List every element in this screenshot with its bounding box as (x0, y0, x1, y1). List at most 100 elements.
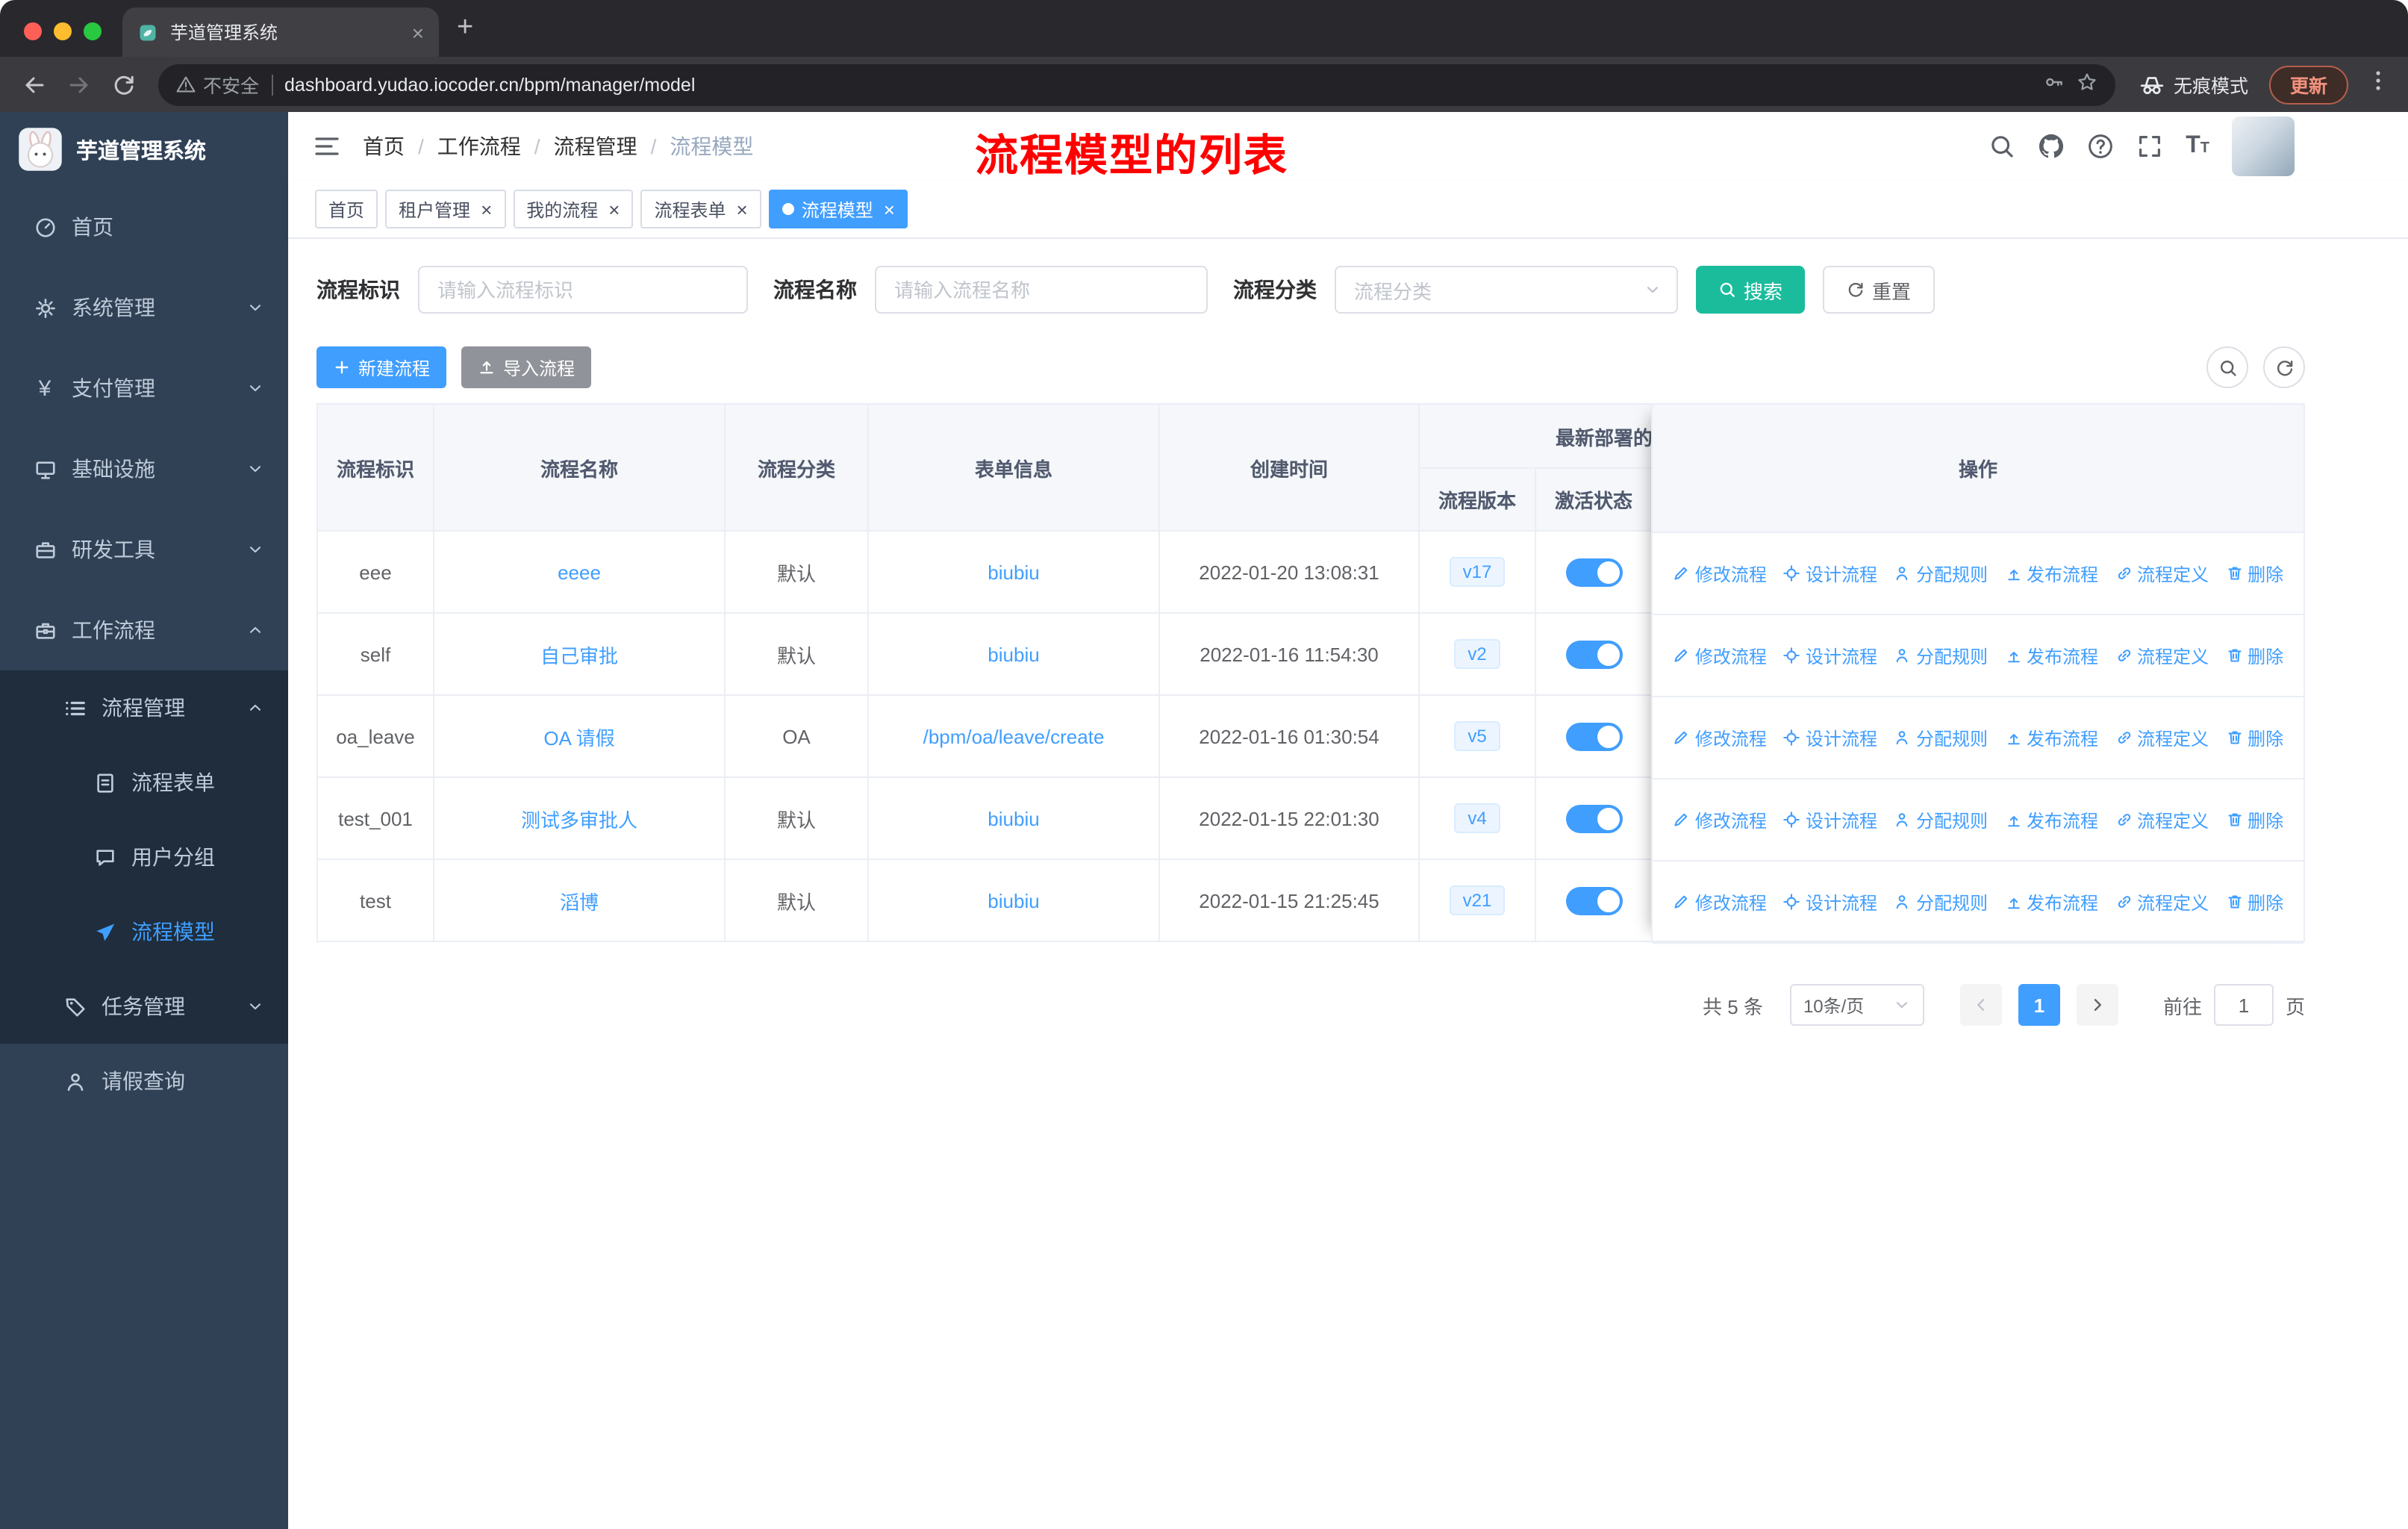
password-key-icon[interactable] (2044, 72, 2065, 97)
sidebar-item-task-mgmt[interactable]: 任务管理 (0, 969, 288, 1044)
page-number-button[interactable]: 1 (2018, 984, 2060, 1026)
sidebar-collapse-button[interactable] (312, 131, 342, 161)
action-assign-link[interactable]: 分配规则 (1894, 725, 1988, 750)
sidebar-item-leave-query[interactable]: 请假查询 (0, 1044, 288, 1118)
category-select[interactable]: 流程分类 (1335, 266, 1678, 314)
form-link[interactable]: biubiu (988, 561, 1039, 583)
action-assign-link[interactable]: 分配规则 (1894, 807, 1988, 832)
next-page-button[interactable] (2076, 984, 2118, 1026)
action-edit-link[interactable]: 修改流程 (1673, 889, 1767, 915)
tagview-tab[interactable]: 我的流程 × (513, 190, 634, 228)
breadcrumb-item[interactable]: 工作流程 (437, 131, 521, 161)
app-logo[interactable]: 芋道管理系统 (0, 112, 288, 187)
sidebar-item-process-mgmt[interactable]: 流程管理 (0, 670, 288, 745)
tag-close-icon[interactable]: × (481, 199, 492, 219)
page-size-select[interactable]: 10条/页 (1789, 984, 1924, 1026)
refresh-table-icon[interactable] (2263, 346, 2305, 388)
action-edit-link[interactable]: 修改流程 (1673, 643, 1767, 668)
tag-close-icon[interactable]: × (608, 199, 620, 219)
maximize-window-button[interactable] (84, 22, 102, 40)
minimize-window-button[interactable] (54, 22, 72, 40)
action-publish-link[interactable]: 发布流程 (2004, 807, 2098, 832)
action-assign-link[interactable]: 分配规则 (1894, 643, 1988, 668)
action-definition-link[interactable]: 流程定义 (2115, 561, 2209, 586)
process-id-input[interactable] (418, 266, 748, 314)
breadcrumb-item[interactable]: 首页 (363, 131, 405, 161)
action-design-link[interactable]: 设计流程 (1783, 561, 1877, 586)
sidebar-item-dev-tools[interactable]: 研发工具 (0, 509, 288, 590)
active-toggle[interactable] (1565, 804, 1622, 832)
goto-page-input[interactable] (2213, 984, 2274, 1026)
create-process-button[interactable]: 新建流程 (316, 346, 447, 388)
forward-button[interactable] (60, 66, 99, 102)
action-publish-link[interactable]: 发布流程 (2004, 643, 2098, 668)
active-toggle[interactable] (1565, 640, 1622, 668)
search-button[interactable]: 搜索 (1696, 266, 1806, 314)
breadcrumb-item[interactable]: 流程管理 (554, 131, 637, 161)
active-toggle[interactable] (1565, 722, 1622, 750)
tab-close-icon[interactable]: × (412, 20, 424, 44)
model-name-link[interactable]: 测试多审批人 (521, 809, 637, 831)
reset-button[interactable]: 重置 (1823, 266, 1936, 314)
form-link[interactable]: biubiu (988, 643, 1039, 665)
close-window-button[interactable] (24, 22, 42, 40)
action-definition-link[interactable]: 流程定义 (2115, 889, 2209, 915)
sidebar-item-home[interactable]: 首页 (0, 187, 288, 267)
security-warning[interactable]: 不安全 (176, 70, 259, 99)
action-design-link[interactable]: 设计流程 (1783, 725, 1877, 750)
action-delete-link[interactable]: 删除 (2225, 725, 2283, 750)
github-icon[interactable] (2038, 133, 2065, 160)
action-definition-link[interactable]: 流程定义 (2115, 725, 2209, 750)
sidebar-item-user-group[interactable]: 用户分组 (0, 820, 288, 894)
toggle-search-icon[interactable] (2206, 346, 2248, 388)
help-icon[interactable] (2087, 133, 2114, 160)
form-link[interactable]: biubiu (988, 889, 1039, 912)
action-delete-link[interactable]: 删除 (2225, 889, 2283, 915)
model-name-link[interactable]: 滔博 (560, 891, 599, 913)
action-definition-link[interactable]: 流程定义 (2115, 807, 2209, 832)
back-button[interactable] (15, 66, 54, 102)
action-publish-link[interactable]: 发布流程 (2004, 725, 2098, 750)
update-browser-button[interactable]: 更新 (2268, 65, 2348, 104)
action-edit-link[interactable]: 修改流程 (1673, 725, 1767, 750)
model-name-link[interactable]: OA 请假 (543, 726, 614, 749)
action-design-link[interactable]: 设计流程 (1783, 807, 1877, 832)
sidebar-item-workflow[interactable]: 工作流程 (0, 590, 288, 670)
action-delete-link[interactable]: 删除 (2225, 643, 2283, 668)
tagview-tab[interactable]: 租户管理 × (385, 190, 506, 228)
prev-page-button[interactable] (1959, 984, 2002, 1026)
action-assign-link[interactable]: 分配规则 (1894, 889, 1988, 915)
sidebar-item-process-form[interactable]: 流程表单 (0, 745, 288, 820)
action-delete-link[interactable]: 删除 (2225, 561, 2283, 586)
font-size-icon[interactable]: TT (2186, 134, 2209, 158)
tagview-tab[interactable]: 流程模型 × (768, 190, 908, 228)
action-design-link[interactable]: 设计流程 (1783, 643, 1877, 668)
sidebar-item-infrastructure[interactable]: 基础设施 (0, 429, 288, 509)
tag-close-icon[interactable]: × (884, 199, 895, 219)
avatar[interactable] (2232, 116, 2295, 176)
action-edit-link[interactable]: 修改流程 (1673, 561, 1767, 586)
action-delete-link[interactable]: 删除 (2225, 807, 2283, 832)
model-name-link[interactable]: eeee (558, 561, 601, 583)
new-tab-button[interactable]: + (457, 12, 473, 45)
reload-button[interactable] (105, 66, 143, 102)
form-link[interactable]: biubiu (988, 807, 1039, 829)
address-bar[interactable]: 不安全 dashboard.yudao.iocoder.cn/bpm/manag… (158, 63, 2115, 105)
action-definition-link[interactable]: 流程定义 (2115, 643, 2209, 668)
search-icon[interactable] (1989, 133, 2015, 160)
action-edit-link[interactable]: 修改流程 (1673, 807, 1767, 832)
browser-menu-icon[interactable] (2366, 69, 2390, 100)
action-assign-link[interactable]: 分配规则 (1894, 561, 1988, 586)
action-publish-link[interactable]: 发布流程 (2004, 561, 2098, 586)
import-process-button[interactable]: 导入流程 (461, 346, 592, 388)
tagview-tab[interactable]: 首页 (315, 190, 378, 228)
bookmark-star-icon[interactable] (2077, 72, 2097, 97)
fullscreen-icon[interactable] (2136, 133, 2163, 160)
active-toggle[interactable] (1565, 558, 1622, 586)
action-publish-link[interactable]: 发布流程 (2004, 889, 2098, 915)
tagview-tab[interactable]: 流程表单 × (640, 190, 761, 228)
tag-close-icon[interactable]: × (737, 199, 748, 219)
sidebar-item-system-mgmt[interactable]: 系统管理 (0, 267, 288, 348)
model-name-link[interactable]: 自己审批 (540, 644, 618, 667)
sidebar-item-payment-mgmt[interactable]: ¥ 支付管理 (0, 348, 288, 429)
